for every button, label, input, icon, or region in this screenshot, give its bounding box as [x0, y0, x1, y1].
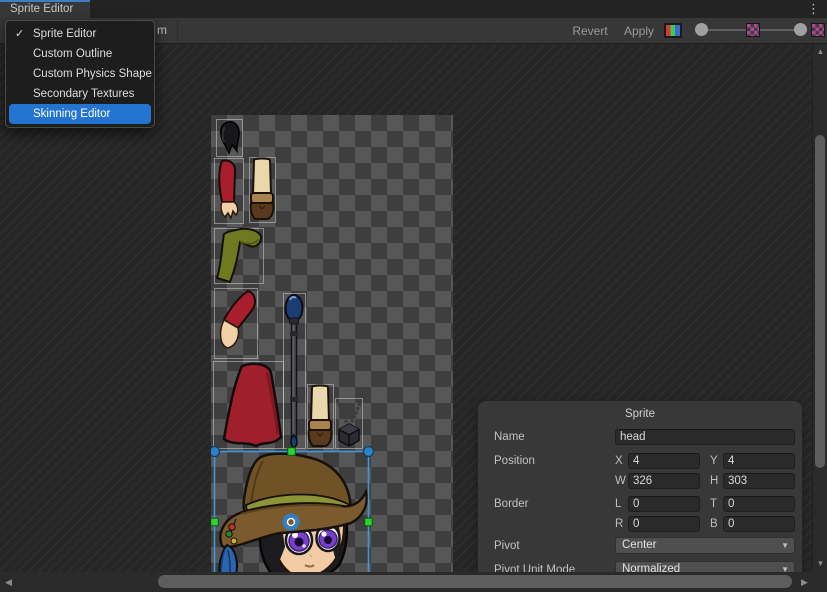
pivot-label: Pivot	[494, 540, 615, 552]
slider-handle-left[interactable]	[695, 23, 708, 36]
width-input[interactable]	[628, 473, 700, 489]
y-label: Y	[710, 455, 723, 467]
color-channels-icon[interactable]	[664, 23, 682, 38]
alpha-texture-icon[interactable]	[746, 23, 760, 37]
sprite-necklace[interactable]	[339, 403, 360, 446]
sprite-boot-1[interactable]	[251, 159, 274, 220]
menu-item-skinning-editor[interactable]: Skinning Editor	[9, 104, 151, 124]
trim-button-partial[interactable]: m	[157, 23, 167, 37]
tab-sprite-editor[interactable]: Sprite Editor	[0, 0, 90, 18]
tab-bar: Sprite Editor ⋮	[0, 0, 827, 18]
height-input[interactable]	[723, 473, 795, 489]
sprite-cape[interactable]	[224, 364, 281, 446]
toolbar-separator	[177, 20, 178, 41]
menu-item-custom-physics-shape[interactable]: Custom Physics Shape	[9, 64, 151, 84]
position-xy-row: Position X Y	[494, 452, 795, 469]
menu-item-sprite-editor[interactable]: ✓ Sprite Editor	[9, 24, 151, 44]
scroll-down-icon[interactable]: ▼	[813, 559, 827, 569]
revert-button[interactable]: Revert	[565, 18, 615, 43]
vertical-scrollbar[interactable]: ▲ ▼	[812, 44, 827, 572]
scroll-up-icon[interactable]: ▲	[813, 47, 827, 57]
border-l-input[interactable]	[628, 496, 700, 512]
kebab-menu-icon[interactable]: ⋮	[807, 1, 820, 17]
border-lt-row: Border L T	[494, 495, 795, 512]
x-label: X	[615, 455, 628, 467]
name-input[interactable]	[615, 429, 795, 445]
sprite-boot-2[interactable]	[309, 386, 332, 447]
t-label: T	[710, 498, 723, 510]
panel-title: Sprite	[478, 401, 802, 420]
sprite-staff[interactable]	[286, 295, 303, 448]
scroll-left-icon[interactable]: ◀	[5, 577, 12, 587]
sprite-editor-window: Sprite Editor ⋮ m Revert Apply	[0, 0, 827, 592]
border-rb-row: R B	[494, 515, 795, 532]
sprite-inspector-panel: Sprite Name Position X Y W H	[478, 401, 802, 592]
h-label: H	[710, 475, 723, 487]
position-x-input[interactable]	[628, 453, 700, 469]
tab-title: Sprite Editor	[10, 3, 73, 15]
sprite-arm-straight[interactable]	[219, 161, 237, 218]
sprite-editor-mode-menu: ✓ Sprite Editor Custom Outline Custom Ph…	[5, 20, 155, 128]
name-label: Name	[494, 431, 615, 443]
rgb-stripes	[666, 25, 680, 36]
pivot-value: Center	[622, 539, 657, 551]
position-wh-row: W H	[494, 472, 795, 489]
slider-handle-right[interactable]	[794, 23, 807, 36]
border-b-input[interactable]	[723, 516, 795, 532]
horizontal-scrollbar-thumb[interactable]	[158, 575, 792, 588]
sprite-scarf[interactable]	[217, 229, 261, 282]
name-row: Name	[494, 428, 795, 445]
checkmark-icon: ✓	[15, 24, 24, 44]
apply-button[interactable]: Apply	[617, 18, 661, 43]
texture-canvas[interactable]	[211, 115, 453, 592]
dropdown-arrow-icon: ▼	[781, 539, 789, 553]
pivot-dropdown[interactable]: Center ▼	[615, 537, 795, 554]
sprite-arm-bent[interactable]	[221, 291, 256, 348]
r-label: R	[615, 518, 628, 530]
b-label: B	[710, 518, 723, 530]
position-y-input[interactable]	[723, 453, 795, 469]
scroll-right-icon[interactable]: ▶	[801, 577, 808, 587]
border-t-input[interactable]	[723, 496, 795, 512]
border-label: Border	[494, 498, 615, 510]
alpha-texture-icon-2[interactable]	[811, 23, 825, 37]
spritesheet-artwork	[211, 115, 453, 592]
position-label: Position	[494, 455, 615, 467]
sprite-hair-tuft[interactable]	[221, 122, 239, 153]
menu-item-secondary-textures[interactable]: Secondary Textures	[9, 84, 151, 104]
w-label: W	[615, 475, 628, 487]
pivot-row: Pivot Center ▼	[494, 537, 795, 554]
menu-item-custom-outline[interactable]: Custom Outline	[9, 44, 151, 64]
l-label: L	[615, 498, 628, 510]
horizontal-scrollbar[interactable]: ◀ ▶	[0, 572, 827, 592]
border-r-input[interactable]	[628, 516, 700, 532]
vertical-scrollbar-thumb[interactable]	[815, 135, 825, 468]
